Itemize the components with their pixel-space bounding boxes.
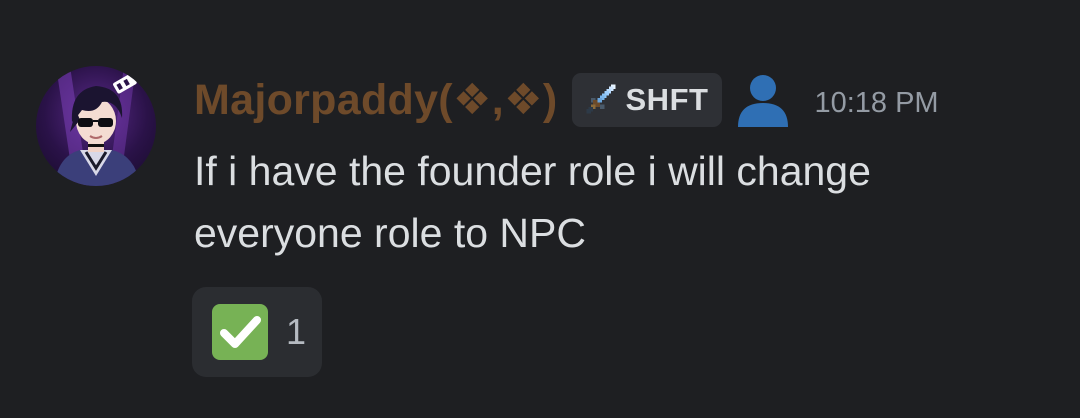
reaction-count: 1 [286,311,307,352]
person-silhouette-icon[interactable] [734,73,792,127]
message-line: If i have the founder role i will change [194,148,871,194]
pixel-sword-icon [585,84,615,114]
white-check-mark-icon [212,304,268,360]
reaction-button[interactable]: 1 [192,287,322,377]
message-header: Majorpaddy(❖,❖) SHFT 10:18 PM [194,70,939,130]
message-content: If i have the founder role i will change… [194,140,1034,264]
avatar-portrait-icon [54,66,140,186]
chat-message: Majorpaddy(❖,❖) SHFT 10:18 PM If i have … [0,0,1080,418]
guild-tag[interactable]: SHFT [571,73,723,127]
message-line: everyone role to NPC [194,210,586,256]
author-username[interactable]: Majorpaddy(❖,❖) [194,75,558,125]
user-avatar[interactable] [36,66,156,186]
guild-tag-label: SHFT [625,82,709,117]
message-timestamp[interactable]: 10:18 PM [814,87,938,120]
